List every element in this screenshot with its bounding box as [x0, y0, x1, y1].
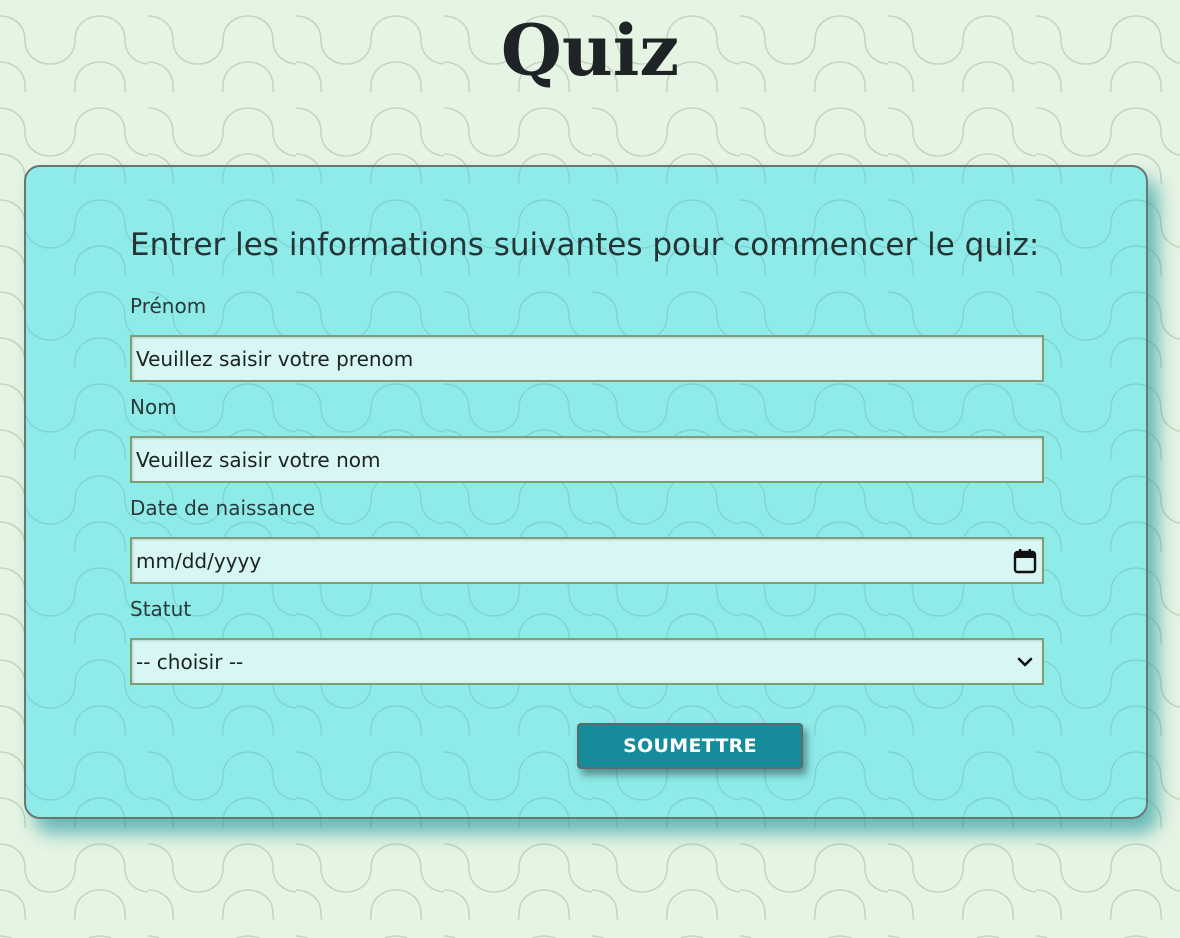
- status-selected-value: -- choisir --: [136, 649, 244, 674]
- birthdate-input[interactable]: mm/dd/yyyy: [130, 537, 1044, 584]
- submit-button[interactable]: SOUMETTRE: [577, 723, 803, 769]
- form-heading: Entrer les informations suivantes pour c…: [130, 227, 1040, 263]
- calendar-icon[interactable]: [1012, 548, 1038, 574]
- first-name-label: Prénom: [130, 294, 207, 318]
- first-name-placeholder: Veuillez saisir votre prenom: [136, 346, 414, 371]
- last-name-placeholder: Veuillez saisir votre nom: [136, 447, 381, 472]
- first-name-input[interactable]: Veuillez saisir votre prenom: [130, 335, 1044, 382]
- last-name-input[interactable]: Veuillez saisir votre nom: [130, 436, 1044, 483]
- status-label: Statut: [130, 597, 192, 621]
- birthdate-value: mm/dd/yyyy: [136, 548, 262, 573]
- birthdate-label: Date de naissance: [130, 496, 316, 520]
- page-title: Quiz: [500, 9, 680, 92]
- quiz-form-card: Entrer les informations suivantes pour c…: [24, 165, 1148, 819]
- last-name-label: Nom: [130, 395, 177, 419]
- status-select[interactable]: -- choisir --: [130, 638, 1044, 685]
- chevron-down-icon: [1012, 649, 1038, 675]
